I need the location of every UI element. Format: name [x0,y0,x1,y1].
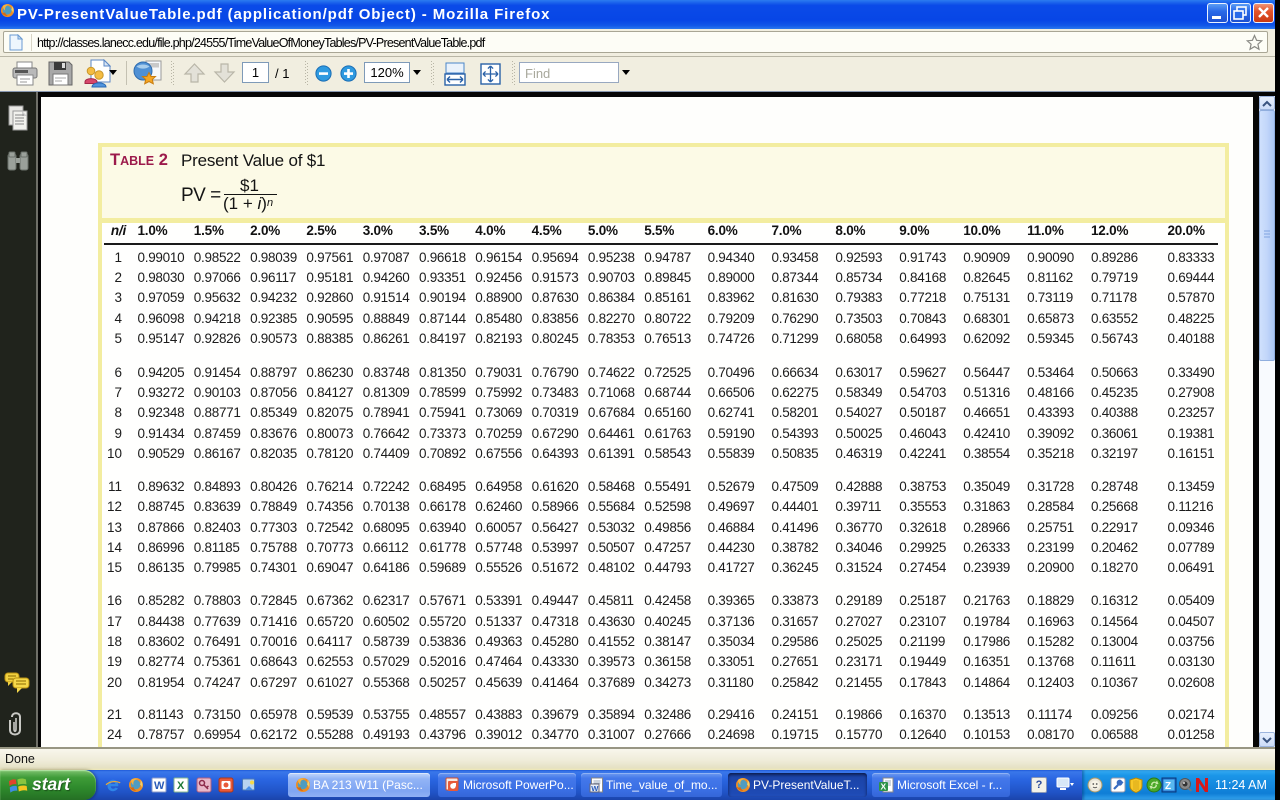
svg-text:X: X [881,782,887,792]
svg-text:X: X [177,780,185,792]
svg-text:Z: Z [1165,781,1171,792]
svg-text:W: W [154,780,165,792]
svg-text:W: W [591,784,599,793]
